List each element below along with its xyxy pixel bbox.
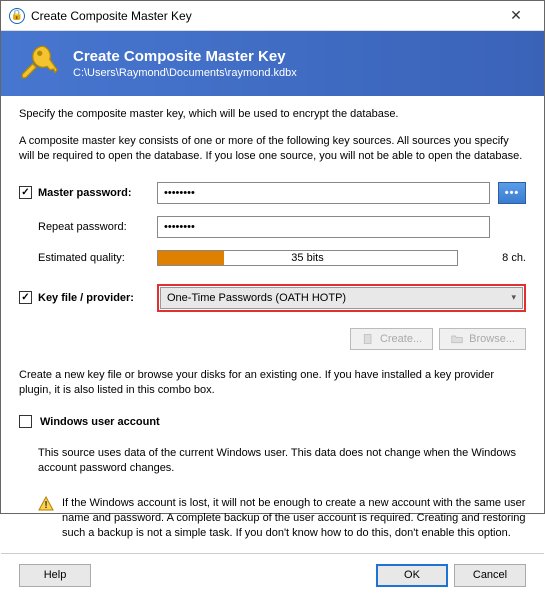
- key-file-combo[interactable]: One-Time Passwords (OATH HOTP) ▾: [160, 287, 523, 309]
- repeat-password-row: Repeat password:: [19, 216, 526, 238]
- master-password-input[interactable]: [157, 182, 490, 204]
- key-file-selected: One-Time Passwords (OATH HOTP): [167, 292, 346, 304]
- warning-icon: !: [38, 496, 54, 515]
- folder-icon: [450, 333, 464, 345]
- header-path: C:\Users\Raymond\Documents\raymond.kdbx: [73, 67, 297, 79]
- window-title: Create Composite Master Key: [31, 9, 496, 23]
- windows-account-row: Windows user account: [19, 415, 526, 428]
- create-key-button[interactable]: Create...: [350, 328, 433, 350]
- quality-chars: 8 ch.: [466, 252, 526, 264]
- windows-account-warning: ! If the Windows account is lost, it wil…: [19, 496, 526, 541]
- windows-account-label: Windows user account: [40, 416, 160, 428]
- footer: Help OK Cancel: [1, 553, 544, 601]
- chevron-down-icon: ▾: [511, 292, 516, 303]
- close-button[interactable]: ✕: [496, 1, 536, 31]
- description-text: A composite master key consists of one o…: [19, 134, 526, 164]
- key-icon: [17, 41, 59, 86]
- windows-account-desc: This source uses data of the current Win…: [19, 446, 526, 476]
- key-file-buttons: Create... Browse...: [19, 328, 526, 350]
- header-banner: Create Composite Master Key C:\Users\Ray…: [1, 31, 544, 96]
- quality-bar: 35 bits: [157, 250, 458, 266]
- repeat-password-input[interactable]: [157, 216, 490, 238]
- intro-text: Specify the composite master key, which …: [19, 108, 526, 120]
- cancel-button[interactable]: Cancel: [454, 564, 526, 587]
- content-area: Specify the composite master key, which …: [1, 96, 544, 553]
- new-file-icon: [361, 333, 375, 345]
- windows-account-checkbox[interactable]: [19, 415, 32, 428]
- key-file-label: Key file / provider:: [38, 292, 134, 304]
- quality-row: Estimated quality: 35 bits 8 ch.: [19, 250, 526, 266]
- key-file-row: ✓ Key file / provider: One-Time Password…: [19, 284, 526, 312]
- header-title: Create Composite Master Key: [73, 48, 297, 65]
- repeat-password-label: Repeat password:: [38, 221, 127, 233]
- reveal-password-button[interactable]: •••: [498, 182, 526, 204]
- windows-account-warn-text: If the Windows account is lost, it will …: [62, 496, 526, 541]
- quality-label: Estimated quality:: [38, 252, 125, 264]
- master-password-checkbox[interactable]: ✓: [19, 186, 32, 199]
- ok-button[interactable]: OK: [376, 564, 448, 587]
- titlebar: 🔒 Create Composite Master Key ✕: [1, 1, 544, 31]
- svg-text:!: !: [44, 500, 47, 511]
- master-password-label: Master password:: [38, 187, 132, 199]
- quality-text: 35 bits: [158, 252, 457, 264]
- key-file-checkbox[interactable]: ✓: [19, 291, 32, 304]
- app-lock-icon: 🔒: [9, 8, 25, 24]
- help-button[interactable]: Help: [19, 564, 91, 587]
- browse-key-button[interactable]: Browse...: [439, 328, 526, 350]
- key-file-help: Create a new key file or browse your dis…: [19, 368, 526, 398]
- master-password-row: ✓ Master password: •••: [19, 182, 526, 204]
- key-file-highlight: One-Time Passwords (OATH HOTP) ▾: [157, 284, 526, 312]
